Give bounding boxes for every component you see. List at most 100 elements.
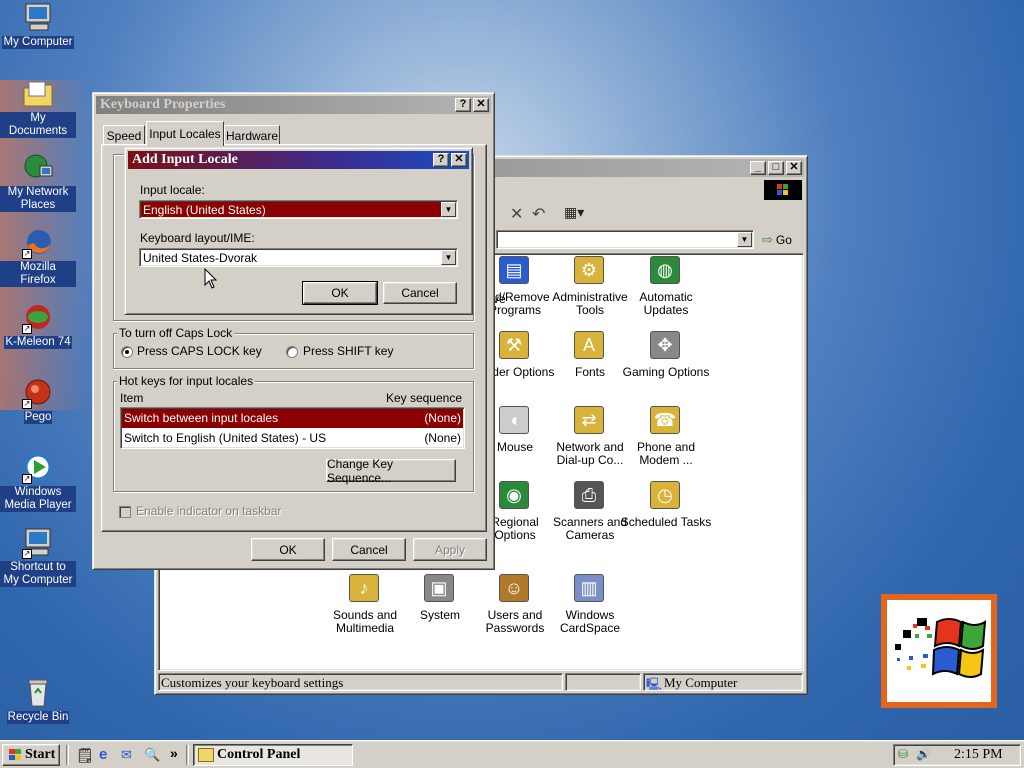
cp-item-scheduled-tasks[interactable]: ◷ Scheduled Tasks xyxy=(620,481,712,529)
shift-option-label: Press SHIFT key xyxy=(303,344,394,358)
regional-options-icon: ◉ xyxy=(499,481,531,513)
status-zone-panel: 🖳 My Computer xyxy=(643,673,803,691)
shortcut-arrow-icon: ↗ xyxy=(22,249,32,259)
caps-lock-radio[interactable] xyxy=(121,346,133,358)
table-row[interactable]: Switch to English (United States) - US (… xyxy=(122,429,463,448)
caps-lock-group-label: To turn off Caps Lock xyxy=(117,326,235,340)
desktop-icon-label: Shortcut to My Computer xyxy=(0,561,76,587)
desktop-icon-label: My Network Places xyxy=(0,186,76,212)
my-computer-shortcut-icon: ↗ xyxy=(22,527,54,559)
help-button[interactable]: ? xyxy=(455,98,471,112)
add-input-locale-titlebar[interactable]: Add Input Locale ? ✕ xyxy=(128,151,469,169)
cp-item-automatic-updates[interactable]: ◍ Automatic Updates xyxy=(620,256,712,317)
desktop-icon-my-documents[interactable]: My Documents xyxy=(0,78,76,138)
hotkey-item: Switch between input locales xyxy=(124,411,279,425)
views-icon[interactable]: ▦▾ xyxy=(564,204,584,221)
show-desktop-icon[interactable]: 🗒 xyxy=(76,747,94,764)
maximize-button[interactable]: □ xyxy=(768,161,784,175)
desktop-icon-pego[interactable]: ↗ Pego xyxy=(0,377,76,424)
cp-item-label: Mouse xyxy=(496,440,534,454)
tab-hardware[interactable]: Hardware xyxy=(224,125,280,145)
ok-button[interactable]: OK xyxy=(251,538,325,561)
status-text: Customizes your keyboard settings xyxy=(161,675,344,690)
windows-flag-icon xyxy=(6,748,22,762)
my-computer-icon xyxy=(22,2,54,34)
hotkeys-group-label: Hot keys for input locales xyxy=(117,374,256,388)
cp-item-label: Windows CardSpace xyxy=(559,608,621,635)
caps-lock-option-label: Press CAPS LOCK key xyxy=(137,344,262,358)
keyboard-properties-titlebar[interactable]: Keyboard Properties ? ✕ xyxy=(96,96,491,114)
cp-item-label: Automatic Updates xyxy=(639,290,693,317)
close-button[interactable]: ✕ xyxy=(786,161,802,175)
tab-input-locales[interactable]: Input Locales xyxy=(146,121,224,146)
desktop-icon-firefox[interactable]: ↗ Mozilla Firefox xyxy=(0,227,76,287)
tray-network-icon[interactable]: ⛁ xyxy=(898,747,908,761)
cp-item-gaming-options[interactable]: ✥ Gaming Options xyxy=(620,331,712,379)
tab-label: Hardware xyxy=(225,128,279,143)
hotkey-sequence: (None) xyxy=(424,411,461,425)
delete-icon[interactable]: ✕ xyxy=(510,204,523,224)
chevron-down-icon[interactable]: ▼ xyxy=(441,202,456,217)
recycle-bin-icon xyxy=(22,677,54,709)
task-control-panel[interactable]: Control Panel xyxy=(193,744,353,766)
computer-zone-icon: 🖳 xyxy=(646,677,663,691)
input-locale-select[interactable]: English (United States) ▼ xyxy=(139,200,458,219)
desktop-icon-recycle-bin[interactable]: Recycle Bin xyxy=(0,677,76,724)
taskbar-divider xyxy=(186,745,189,765)
undo-icon[interactable]: ↶ xyxy=(532,204,545,224)
system-tray: ⛁ 🔊 2:15 PM xyxy=(893,744,1021,766)
desktop-icon-network-places[interactable]: My Network Places xyxy=(0,152,76,212)
firefox-icon: ↗ xyxy=(22,227,54,259)
go-button[interactable]: ⇨ Go xyxy=(762,231,792,249)
input-locale-label: Input locale: xyxy=(140,183,205,197)
close-button[interactable]: ✕ xyxy=(451,153,467,167)
shortcut-arrow-icon: ↗ xyxy=(22,549,32,559)
enable-indicator-label: Enable indicator on taskbar xyxy=(136,504,282,518)
hotkeys-list[interactable]: Switch between input locales (None) Swit… xyxy=(120,407,465,449)
mouse-cursor-icon xyxy=(204,267,218,293)
chevron-down-icon[interactable]: ▼ xyxy=(441,250,456,265)
table-row[interactable]: Switch between input locales (None) xyxy=(122,409,463,428)
status-bar: Customizes your keyboard settings 🖳 My C… xyxy=(158,672,804,692)
change-key-sequence-button[interactable]: Change Key Sequence... xyxy=(326,456,456,485)
ok-button[interactable]: OK xyxy=(302,281,378,305)
tray-volume-icon[interactable]: 🔊 xyxy=(916,747,931,761)
users-passwords-icon: ☺ xyxy=(499,574,531,606)
keyboard-layout-select[interactable]: United States-Dvorak ▼ xyxy=(139,248,458,267)
chevron-down-icon[interactable]: ▼ xyxy=(737,232,752,247)
outlook-express-icon[interactable]: ✉ xyxy=(121,747,132,763)
desktop-icon-k-meleon[interactable]: ↗ K-Meleon 74 xyxy=(0,302,76,349)
start-button[interactable]: Start xyxy=(2,744,60,766)
clock[interactable]: 2:15 PM xyxy=(954,747,1003,763)
cp-item-cardspace[interactable]: ▥ Windows CardSpace xyxy=(544,574,636,635)
tab-speed[interactable]: Speed xyxy=(103,125,145,145)
add-input-locale-dialog[interactable]: Add Input Locale ? ✕ Input locale: Engli… xyxy=(124,147,473,315)
media-player-icon: ↗ xyxy=(22,452,54,484)
cancel-button[interactable]: Cancel xyxy=(332,538,406,561)
desktop-icon-my-computer[interactable]: My Computer xyxy=(0,2,76,49)
button-label: Apply xyxy=(434,542,466,557)
button-label: Cancel xyxy=(401,286,439,300)
shift-radio[interactable] xyxy=(286,346,298,358)
explorer-icon[interactable]: 🔍 xyxy=(144,747,160,763)
button-label: Change Key Sequence... xyxy=(327,456,394,485)
close-button[interactable]: ✕ xyxy=(473,98,489,112)
shortcut-arrow-icon: ↗ xyxy=(22,474,32,484)
scheduled-tasks-icon: ◷ xyxy=(650,481,682,513)
enable-indicator-checkbox[interactable] xyxy=(119,506,131,518)
windows-logo xyxy=(881,594,997,708)
cp-item-phone-modem[interactable]: ☎ Phone and Modem ... xyxy=(620,406,712,467)
quicklaunch-overflow[interactable]: » xyxy=(170,745,178,761)
task-label: Control Panel xyxy=(217,747,301,762)
minimize-button[interactable]: _ xyxy=(750,161,766,175)
taskbar: Start 🗒 e ✉ 🔍 » Control Panel ⛁ 🔊 2:15 P… xyxy=(0,740,1024,768)
desktop-icon-media-player[interactable]: ↗ Windows Media Player xyxy=(0,452,76,512)
desktop-icon-shortcut-my-computer[interactable]: ↗ Shortcut to My Computer xyxy=(0,527,76,587)
address-combo[interactable]: ▼ xyxy=(496,230,754,249)
internet-explorer-icon[interactable]: e xyxy=(99,746,107,763)
go-label: Go xyxy=(775,233,792,247)
help-button[interactable]: ? xyxy=(433,153,449,167)
apply-button[interactable]: Apply xyxy=(413,538,487,561)
system-icon: ▣ xyxy=(424,574,456,606)
cancel-button[interactable]: Cancel xyxy=(383,282,457,304)
